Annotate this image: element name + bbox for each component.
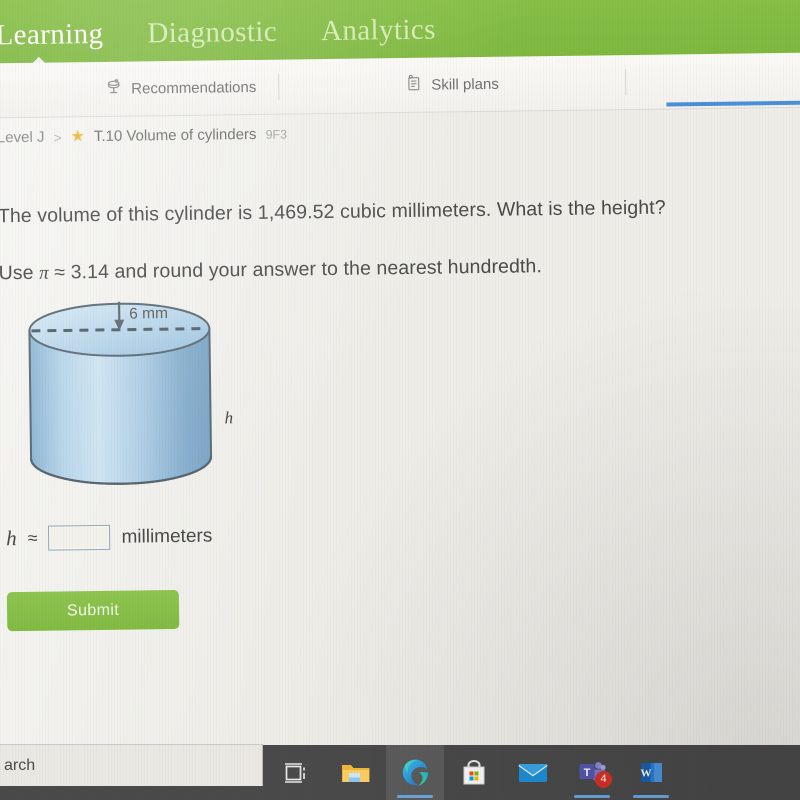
browser-page: Learning Diagnostic Analytics Recommenda… bbox=[0, 0, 800, 780]
taskbar-item-mail[interactable] bbox=[504, 745, 562, 800]
taskbar-item-task-view[interactable] bbox=[268, 745, 326, 800]
tab-recommendations-label: Recommendations bbox=[131, 78, 257, 98]
answer-unit-label: millimeters bbox=[121, 525, 213, 548]
taskbar-item-microsoft-teams[interactable]: T 4 bbox=[563, 745, 621, 800]
star-icon: ★ bbox=[70, 127, 86, 145]
answer-input[interactable] bbox=[48, 524, 111, 551]
breadcrumb-separator-icon: > bbox=[53, 128, 62, 146]
taskbar-active-underline-edge bbox=[397, 795, 433, 798]
question-line-2-prefix: Use bbox=[0, 261, 34, 285]
microsoft-word-icon: W bbox=[640, 762, 662, 782]
taskbar-active-underline-word bbox=[633, 795, 669, 798]
question-line-2: Use π ≈ 3.14 and round your answer to th… bbox=[0, 255, 542, 285]
teams-notification-badge: 4 bbox=[595, 771, 612, 788]
taskbar-icon-tray: T 4 W bbox=[268, 745, 680, 800]
height-label: h bbox=[224, 408, 234, 428]
subnav-divider-2 bbox=[624, 69, 626, 96]
question-line-1: The volume of this cylinder is 1,469.52 … bbox=[0, 196, 666, 228]
subnav-divider-1 bbox=[278, 73, 280, 100]
taskbar-item-microsoft-edge[interactable] bbox=[386, 745, 444, 800]
taskbar-active-underline-teams bbox=[574, 795, 610, 798]
svg-text:W: W bbox=[640, 767, 651, 779]
top-nav-diagnostic[interactable]: Diagnostic bbox=[147, 16, 277, 51]
submit-button[interactable]: Submit bbox=[6, 589, 180, 632]
answer-variable-label: h bbox=[5, 526, 17, 551]
tab-skill-plans[interactable]: Skill plans bbox=[383, 56, 521, 112]
tab-recommendations[interactable]: Recommendations bbox=[82, 60, 279, 117]
tab-skill-plans-label: Skill plans bbox=[431, 75, 499, 94]
screenshot-root: Learning Diagnostic Analytics Recommenda… bbox=[0, 0, 800, 800]
breadcrumb-level[interactable]: Level J bbox=[0, 129, 45, 147]
microsoft-store-icon bbox=[463, 759, 485, 784]
sub-nav-bar: Recommendations Skill plans bbox=[0, 52, 800, 119]
taskbar-item-file-explorer[interactable] bbox=[327, 745, 385, 800]
skill-plans-icon bbox=[405, 74, 423, 96]
taskbar-search-box[interactable]: arch bbox=[0, 744, 263, 786]
breadcrumb-skill-title: T.10 Volume of cylinders bbox=[93, 125, 257, 146]
taskbar-item-microsoft-store[interactable] bbox=[445, 745, 503, 800]
microsoft-edge-icon bbox=[402, 759, 428, 786]
task-view-icon bbox=[285, 762, 305, 783]
file-explorer-icon bbox=[342, 764, 370, 782]
top-nav-items: Learning Diagnostic Analytics bbox=[0, 14, 436, 53]
recommendations-icon bbox=[104, 78, 123, 100]
svg-text:T: T bbox=[584, 767, 591, 779]
question-line-2-suffix: ≈ 3.14 and round your answer to the near… bbox=[54, 255, 543, 284]
pi-symbol: π bbox=[39, 262, 49, 284]
mail-icon bbox=[518, 763, 548, 782]
top-nav-learning[interactable]: Learning bbox=[0, 18, 104, 52]
approx-symbol: ≈ bbox=[27, 527, 38, 548]
taskbar-search-text: arch bbox=[4, 756, 36, 774]
answer-row: h ≈ millimeters bbox=[6, 524, 212, 552]
top-nav-analytics[interactable]: Analytics bbox=[321, 14, 436, 48]
diameter-label: 6 mm bbox=[129, 305, 169, 323]
cylinder-figure: 6 mm h bbox=[1, 285, 304, 519]
breadcrumb-skill-code: 9F3 bbox=[265, 127, 288, 142]
taskbar-item-microsoft-word[interactable]: W bbox=[622, 745, 680, 800]
breadcrumb: Level J > ★ T.10 Volume of cylinders 9F3 bbox=[0, 125, 288, 147]
